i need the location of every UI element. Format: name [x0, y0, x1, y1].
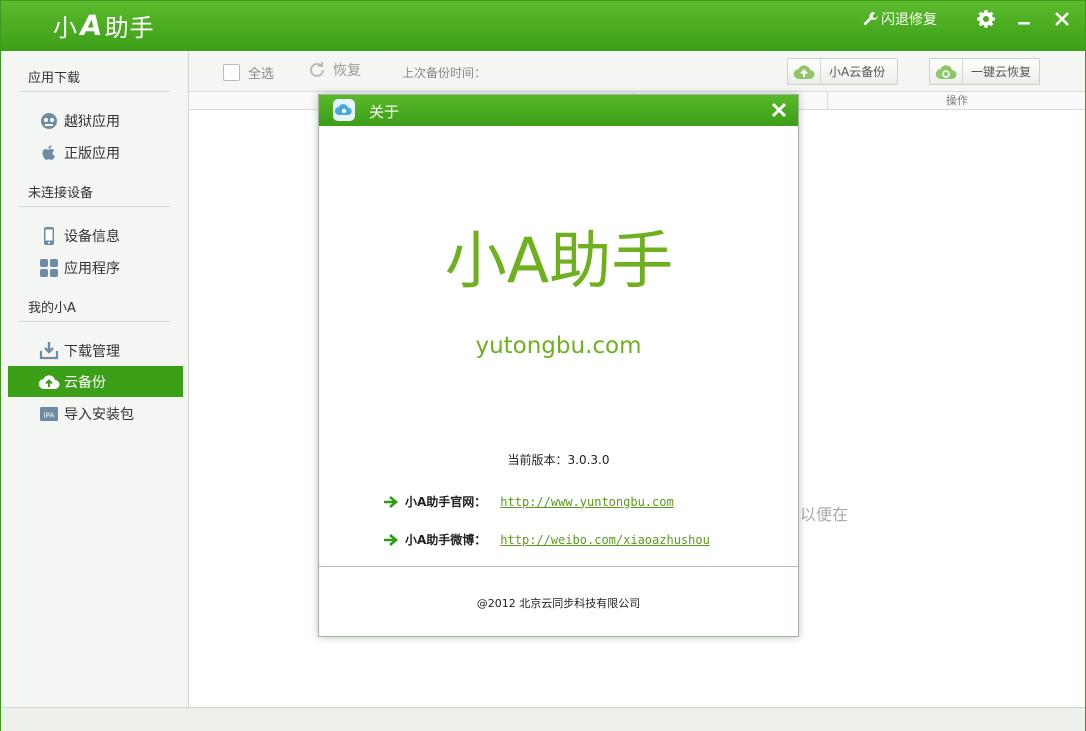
- copyright-text: @2012 北京云同步科技有限公司: [476, 597, 641, 610]
- sidebar-item-label: 云备份: [64, 374, 106, 391]
- sidebar-item-cloud-backup[interactable]: 云备份: [8, 366, 183, 397]
- last-backup-time-label: 上次备份时间：: [402, 66, 487, 80]
- ipa-icon: IPA: [38, 403, 60, 425]
- download-icon: [38, 340, 60, 362]
- official-site-row: 小A助手官网： http://www.yuntongbu.com: [383, 493, 674, 510]
- arrow-right-icon: [384, 495, 399, 508]
- sidebar-divider: [19, 206, 170, 207]
- cloud-upload-icon: [788, 59, 821, 84]
- cloud-backup-label: 小A云备份: [829, 65, 886, 79]
- crash-repair-button[interactable]: 闪退修复: [863, 7, 937, 31]
- minimize-button[interactable]: [1011, 7, 1037, 31]
- column-operation: 操作: [827, 92, 1086, 109]
- select-all-label: 全选: [248, 67, 275, 82]
- cloud-backup-button[interactable]: 小A云备份: [787, 58, 898, 85]
- dialog-title-bar: 关于: [319, 95, 798, 126]
- logo-char-1: 小: [53, 13, 78, 42]
- sidebar-item-label: 越狱应用: [64, 113, 120, 130]
- jailbreak-apps-icon: [38, 110, 60, 132]
- refresh-icon: [310, 62, 324, 77]
- about-logo: 小A助手: [445, 227, 673, 291]
- sidebar-item-label: 导入安装包: [64, 406, 134, 423]
- sidebar-item-download-manager[interactable]: 下载管理: [8, 335, 183, 366]
- sidebar-divider: [19, 91, 170, 92]
- cloud-restore-label: 一键云恢复: [971, 65, 1032, 79]
- dialog-divider: [319, 566, 798, 567]
- weibo-link[interactable]: http://weibo.com/xiaoazhushou: [500, 533, 710, 547]
- title-actions: 闪退修复: [863, 7, 1075, 31]
- weibo-label: 小A助手微博：: [405, 533, 487, 547]
- sidebar-item-label: 下载管理: [64, 343, 120, 360]
- cloud-upload-icon: [38, 371, 60, 393]
- current-version: 当前版本：3.0.3.0: [507, 453, 610, 467]
- sidebar-item-official-apps[interactable]: 正版应用: [8, 137, 183, 168]
- sidebar-item-applications[interactable]: 应用程序: [8, 252, 183, 283]
- close-icon: [1055, 12, 1069, 26]
- svg-text:IPA: IPA: [44, 411, 55, 419]
- app-logo: 小 A 助手: [53, 5, 155, 45]
- about-logo-text: 小A助手: [445, 227, 673, 291]
- minimize-icon: [1018, 22, 1030, 25]
- sidebar: 应用下载 越狱应用 正版应用 未连接设备 设备信息 应用程序 我的小A 下载管理…: [1, 51, 189, 707]
- logo-char-rest: 助手: [104, 13, 155, 42]
- settings-button[interactable]: [973, 7, 999, 31]
- about-domain: yutongbu.com: [475, 333, 642, 359]
- cloud-restore-button[interactable]: 一键云恢复: [929, 58, 1040, 85]
- apple-icon: [38, 142, 60, 164]
- weibo-row: 小A助手微博： http://weibo.com/xiaoazhushou: [383, 531, 710, 548]
- app-cloud-icon: [333, 99, 355, 121]
- phone-icon: [38, 225, 60, 247]
- title-bar: 小 A 助手 闪退修复: [1, 1, 1085, 51]
- sidebar-section-device: 未连接设备: [28, 186, 94, 201]
- status-bar: [1, 707, 1085, 731]
- sidebar-divider: [19, 321, 170, 322]
- official-site-label: 小A助手官网：: [405, 495, 487, 509]
- official-site-link[interactable]: http://www.yuntongbu.com: [500, 495, 673, 509]
- crash-repair-label: 闪退修复: [881, 12, 937, 28]
- sidebar-item-device-info[interactable]: 设备信息: [8, 220, 183, 251]
- sidebar-item-label: 正版应用: [64, 145, 120, 162]
- about-dialog: 关于 小A助手 yutongbu.com 当前版本：3.0.3.0 小A助手官网…: [318, 94, 799, 637]
- sidebar-item-jailbreak-apps[interactable]: 越狱应用: [8, 105, 183, 136]
- dialog-title: 关于: [369, 103, 400, 121]
- background-hint-text: 以便在: [800, 505, 849, 524]
- sidebar-section-app-download: 应用下载: [28, 71, 81, 86]
- cloud-sync-icon: [930, 59, 963, 84]
- restore-button[interactable]: 恢复: [307, 60, 361, 80]
- close-app-button[interactable]: [1049, 7, 1075, 31]
- sidebar-item-label: 应用程序: [64, 260, 120, 277]
- arrow-right-icon: [384, 533, 399, 546]
- sidebar-section-my: 我的小A: [28, 301, 76, 316]
- toolbar: 全选 恢复 上次备份时间： 小A云备份 一键云恢复: [189, 51, 1085, 92]
- checkbox-box[interactable]: [223, 64, 240, 81]
- restore-label: 恢复: [333, 63, 361, 79]
- close-icon[interactable]: [770, 101, 788, 119]
- logo-char-a: A: [77, 8, 105, 42]
- select-all-checkbox[interactable]: 全选: [223, 63, 274, 82]
- sidebar-item-label: 设备信息: [64, 228, 120, 245]
- gear-icon: [977, 10, 995, 28]
- app-window: 小 A 助手 闪退修复 应用下载 越狱应用 正版应用 未连接设备 设备信息 应用…: [0, 0, 1086, 731]
- apps-grid-icon: [38, 257, 60, 279]
- sidebar-item-import-ipa[interactable]: IPA 导入安装包: [8, 398, 183, 429]
- wrench-icon: [863, 12, 878, 26]
